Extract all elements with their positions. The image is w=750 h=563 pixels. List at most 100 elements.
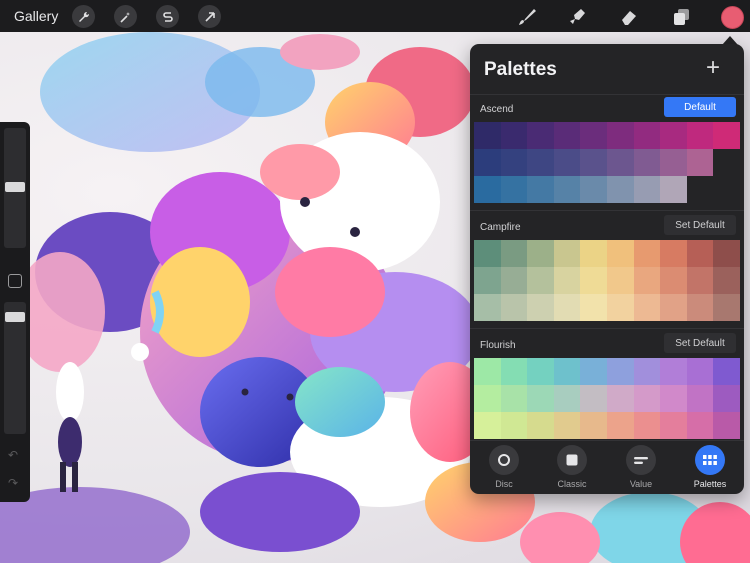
color-swatch[interactable]	[633, 240, 661, 267]
color-swatch[interactable]	[527, 385, 554, 412]
color-swatch[interactable]	[580, 412, 607, 439]
color-swatch[interactable]	[633, 385, 661, 412]
color-swatch[interactable]	[633, 122, 661, 149]
color-swatch[interactable]	[527, 176, 554, 203]
color-swatch[interactable]	[633, 176, 661, 203]
color-swatch[interactable]	[500, 412, 528, 439]
color-swatch[interactable]	[474, 267, 501, 294]
color-swatch-button[interactable]	[721, 6, 744, 29]
color-swatch[interactable]	[474, 149, 501, 176]
color-swatch[interactable]	[527, 358, 554, 385]
set-default-button[interactable]: Set Default	[664, 333, 736, 353]
move-arrow-icon[interactable]	[198, 5, 221, 28]
color-swatch[interactable]	[553, 412, 581, 439]
color-swatch[interactable]	[633, 149, 661, 176]
brush-icon[interactable]	[516, 6, 538, 28]
color-swatch[interactable]	[713, 122, 740, 149]
color-swatch[interactable]	[660, 294, 687, 321]
color-swatch[interactable]	[713, 267, 740, 294]
color-swatch[interactable]	[500, 385, 528, 412]
color-swatch[interactable]	[474, 240, 501, 267]
color-swatch[interactable]	[686, 122, 714, 149]
color-swatch[interactable]	[686, 267, 714, 294]
color-swatch[interactable]	[580, 122, 607, 149]
color-swatch[interactable]	[713, 412, 740, 439]
color-swatch[interactable]	[607, 385, 634, 412]
add-palette-button[interactable]: +	[706, 56, 720, 80]
color-swatch[interactable]	[660, 240, 687, 267]
color-swatch[interactable]	[607, 412, 634, 439]
color-swatch[interactable]	[500, 267, 528, 294]
color-swatch[interactable]	[633, 412, 661, 439]
color-swatch[interactable]	[660, 358, 687, 385]
color-swatch[interactable]	[474, 412, 501, 439]
color-swatch[interactable]	[633, 267, 661, 294]
selection-s-icon[interactable]	[156, 5, 179, 28]
set-default-button[interactable]: Set Default	[664, 215, 736, 235]
color-swatch[interactable]	[713, 294, 740, 321]
color-swatch[interactable]	[527, 149, 554, 176]
color-swatch[interactable]	[686, 412, 714, 439]
color-swatch[interactable]	[686, 240, 714, 267]
color-swatch[interactable]	[580, 385, 607, 412]
smudge-icon[interactable]	[566, 6, 588, 28]
color-swatch[interactable]	[660, 385, 687, 412]
color-swatch[interactable]	[607, 267, 634, 294]
color-swatch[interactable]	[527, 240, 554, 267]
color-swatch[interactable]	[553, 176, 581, 203]
color-swatch[interactable]	[660, 267, 687, 294]
magic-wand-icon[interactable]	[114, 5, 137, 28]
tab-palettes[interactable]: Palettes	[680, 445, 740, 489]
color-swatch[interactable]	[553, 240, 581, 267]
color-swatch[interactable]	[686, 385, 714, 412]
color-swatch[interactable]	[474, 176, 501, 203]
gallery-button[interactable]: Gallery	[14, 8, 58, 24]
color-swatch[interactable]	[527, 412, 554, 439]
color-swatch[interactable]	[474, 385, 501, 412]
color-swatch[interactable]	[527, 267, 554, 294]
color-swatch[interactable]	[660, 412, 687, 439]
tab-value[interactable]: Value	[611, 445, 671, 489]
color-swatch[interactable]	[580, 267, 607, 294]
color-swatch[interactable]	[713, 385, 740, 412]
color-swatch[interactable]	[553, 267, 581, 294]
undo-icon[interactable]: ↶	[8, 448, 18, 462]
color-swatch[interactable]	[660, 149, 687, 176]
color-swatch[interactable]	[607, 176, 634, 203]
opacity-thumb[interactable]	[5, 312, 25, 322]
color-swatch[interactable]	[686, 358, 714, 385]
color-swatch[interactable]	[474, 358, 501, 385]
color-swatch[interactable]	[500, 149, 528, 176]
color-swatch[interactable]	[580, 240, 607, 267]
color-swatch[interactable]	[686, 294, 714, 321]
color-swatch[interactable]	[553, 122, 581, 149]
color-swatch[interactable]	[633, 294, 661, 321]
brush-size-slider[interactable]	[4, 128, 26, 248]
color-swatch[interactable]	[474, 122, 501, 149]
color-swatch[interactable]	[660, 176, 687, 203]
wrench-icon[interactable]	[72, 5, 95, 28]
color-swatch[interactable]	[553, 149, 581, 176]
redo-icon[interactable]: ↷	[8, 476, 18, 490]
color-swatch[interactable]	[500, 176, 528, 203]
color-swatch[interactable]	[527, 122, 554, 149]
layers-icon[interactable]	[670, 6, 692, 28]
color-swatch[interactable]	[607, 240, 634, 267]
modify-square-button[interactable]	[8, 274, 22, 288]
opacity-slider[interactable]	[4, 302, 26, 434]
color-swatch[interactable]	[580, 149, 607, 176]
color-swatch[interactable]	[607, 149, 634, 176]
tab-classic[interactable]: Classic	[542, 445, 602, 489]
tab-disc[interactable]: Disc	[474, 445, 534, 489]
color-swatch[interactable]	[660, 122, 687, 149]
eraser-icon[interactable]	[618, 6, 640, 28]
color-swatch[interactable]	[500, 122, 528, 149]
color-swatch[interactable]	[553, 294, 581, 321]
color-swatch[interactable]	[500, 240, 528, 267]
brush-size-thumb[interactable]	[5, 182, 25, 192]
color-swatch[interactable]	[633, 358, 661, 385]
default-button[interactable]: Default	[664, 97, 736, 117]
color-swatch[interactable]	[607, 122, 634, 149]
color-swatch[interactable]	[580, 358, 607, 385]
color-swatch[interactable]	[527, 294, 554, 321]
